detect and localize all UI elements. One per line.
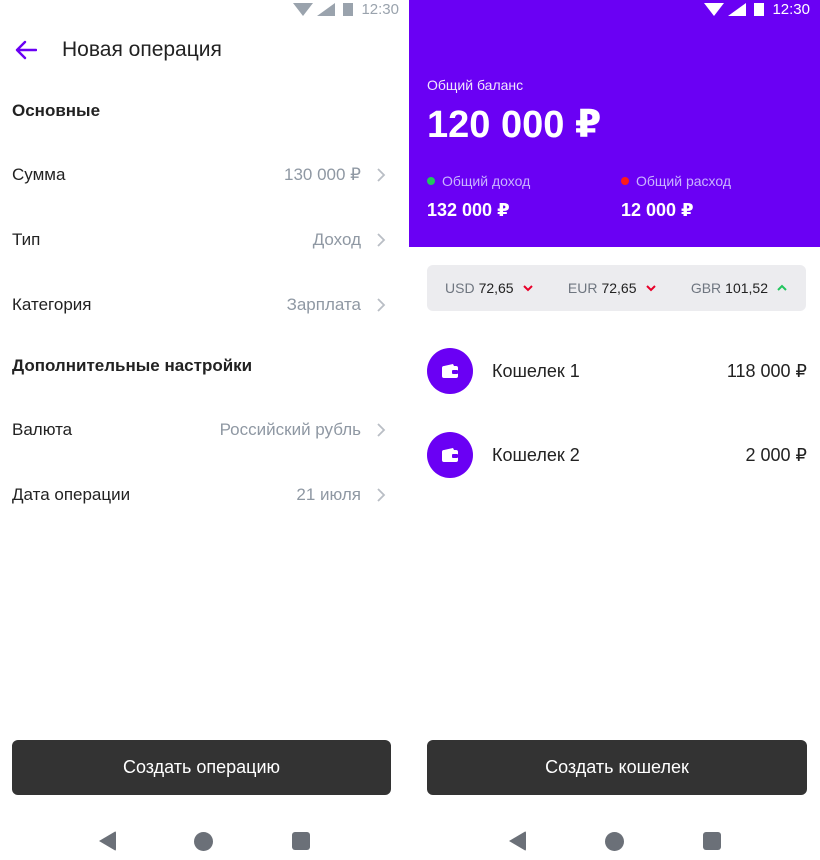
status-time: 12:30 — [772, 1, 810, 18]
balance-label: Общий баланс — [427, 77, 524, 93]
create-operation-button[interactable]: Создать операцию — [12, 740, 391, 795]
chevron-right-icon — [369, 487, 393, 503]
wallet-amount: 2 000 ₽ — [745, 444, 808, 465]
rate-code: GBR — [690, 280, 722, 296]
category-label: Категория — [12, 295, 92, 314]
section-main-title: Основные — [12, 101, 101, 120]
chevron-right-icon — [369, 422, 393, 438]
category-value: Зарплата — [286, 295, 361, 314]
page-title: Новая операция — [62, 38, 222, 61]
date-value: 21 июля — [296, 485, 361, 504]
chevron-right-icon — [369, 167, 393, 183]
amount-row[interactable]: Сумма 130 000 ₽ — [0, 155, 409, 195]
chevron-right-icon — [369, 297, 393, 313]
date-row[interactable]: Дата операции 21 июля — [0, 475, 409, 515]
type-value: Доход — [312, 230, 361, 249]
amount-value: 130 000 ₽ — [284, 165, 361, 184]
app-bar: Новая операция — [0, 30, 409, 70]
wallet-name: Кошелек 2 — [492, 444, 580, 465]
rate-code: USD — [445, 280, 475, 296]
nav-home-icon[interactable] — [604, 831, 624, 851]
section-extra-title: Дополнительные настройки — [12, 356, 253, 375]
rate-code: EUR — [567, 280, 598, 296]
amount-label: Сумма — [12, 165, 66, 184]
back-button[interactable] — [6, 30, 46, 70]
nav-back-icon[interactable] — [508, 831, 526, 851]
wifi-icon — [704, 3, 725, 16]
chevron-right-icon — [369, 232, 393, 248]
signal-icon — [317, 3, 336, 16]
expense-label: Общий расход — [636, 173, 732, 189]
expense-value: 12 000 ₽ — [621, 200, 694, 220]
new-operation-screen: 12:30 Новая операция Основные Сумма 130 … — [0, 0, 409, 860]
chevron-down-icon — [645, 285, 656, 292]
wallet-item[interactable]: Кошелек 1 118 000 ₽ — [409, 346, 820, 396]
status-bar: 12:30 — [704, 0, 810, 18]
balance-value: 120 000 ₽ — [427, 104, 602, 146]
battery-icon — [343, 3, 354, 16]
chevron-up-icon — [777, 284, 787, 291]
rate-usd[interactable]: USD 72,65 — [445, 280, 534, 296]
back-arrow-icon — [15, 40, 37, 60]
nav-recent-icon[interactable] — [291, 832, 310, 850]
rate-value: 72,65 — [478, 280, 514, 296]
date-label: Дата операции — [12, 485, 131, 504]
category-row[interactable]: Категория Зарплата — [0, 285, 409, 325]
nav-recent-icon[interactable] — [702, 832, 721, 850]
income-value: 132 000 ₽ — [427, 200, 510, 220]
type-label: Тип — [12, 230, 41, 249]
currency-row[interactable]: Валюта Российский рубль — [0, 410, 409, 450]
wallet-amount: 118 000 ₽ — [726, 360, 807, 381]
chevron-down-icon — [522, 285, 533, 292]
income-dot-icon — [427, 177, 435, 185]
rate-value: 72,65 — [601, 280, 637, 296]
status-time: 12:30 — [361, 1, 399, 18]
rate-gbr[interactable]: GBR 101,52 — [691, 280, 788, 296]
create-wallet-button[interactable]: Создать кошелек — [427, 740, 807, 795]
signal-icon — [728, 3, 747, 16]
currency-label: Валюта — [12, 420, 73, 439]
type-row[interactable]: Тип Доход — [0, 220, 409, 260]
status-bar: 12:30 — [293, 0, 399, 18]
expense-stat: Общий расход 12 000 ₽ — [621, 173, 731, 221]
income-stat: Общий доход 132 000 ₽ — [427, 173, 530, 221]
wallet-item[interactable]: Кошелек 2 2 000 ₽ — [409, 430, 820, 480]
nav-back-icon[interactable] — [99, 831, 117, 851]
system-nav-bar — [409, 822, 820, 860]
nav-home-icon[interactable] — [194, 831, 214, 851]
expense-dot-icon — [621, 177, 629, 185]
system-nav-bar — [0, 822, 409, 860]
rate-eur[interactable]: EUR 72,65 — [568, 280, 657, 296]
rate-value: 101,52 — [725, 280, 768, 296]
wallet-name: Кошелек 1 — [492, 360, 580, 381]
wallet-icon — [427, 432, 473, 478]
wifi-icon — [293, 3, 314, 16]
currency-value: Российский рубль — [219, 420, 361, 439]
income-label: Общий доход — [442, 173, 531, 189]
balance-header: Общий баланс 120 000 ₽ Общий доход 132 0… — [409, 0, 820, 247]
wallet-icon — [427, 348, 473, 394]
exchange-rates-bar: USD 72,65 EUR 72,65 GBR 101,52 — [427, 265, 806, 311]
battery-icon — [754, 3, 765, 16]
wallets-screen: Общий баланс 120 000 ₽ Общий доход 132 0… — [409, 0, 820, 860]
